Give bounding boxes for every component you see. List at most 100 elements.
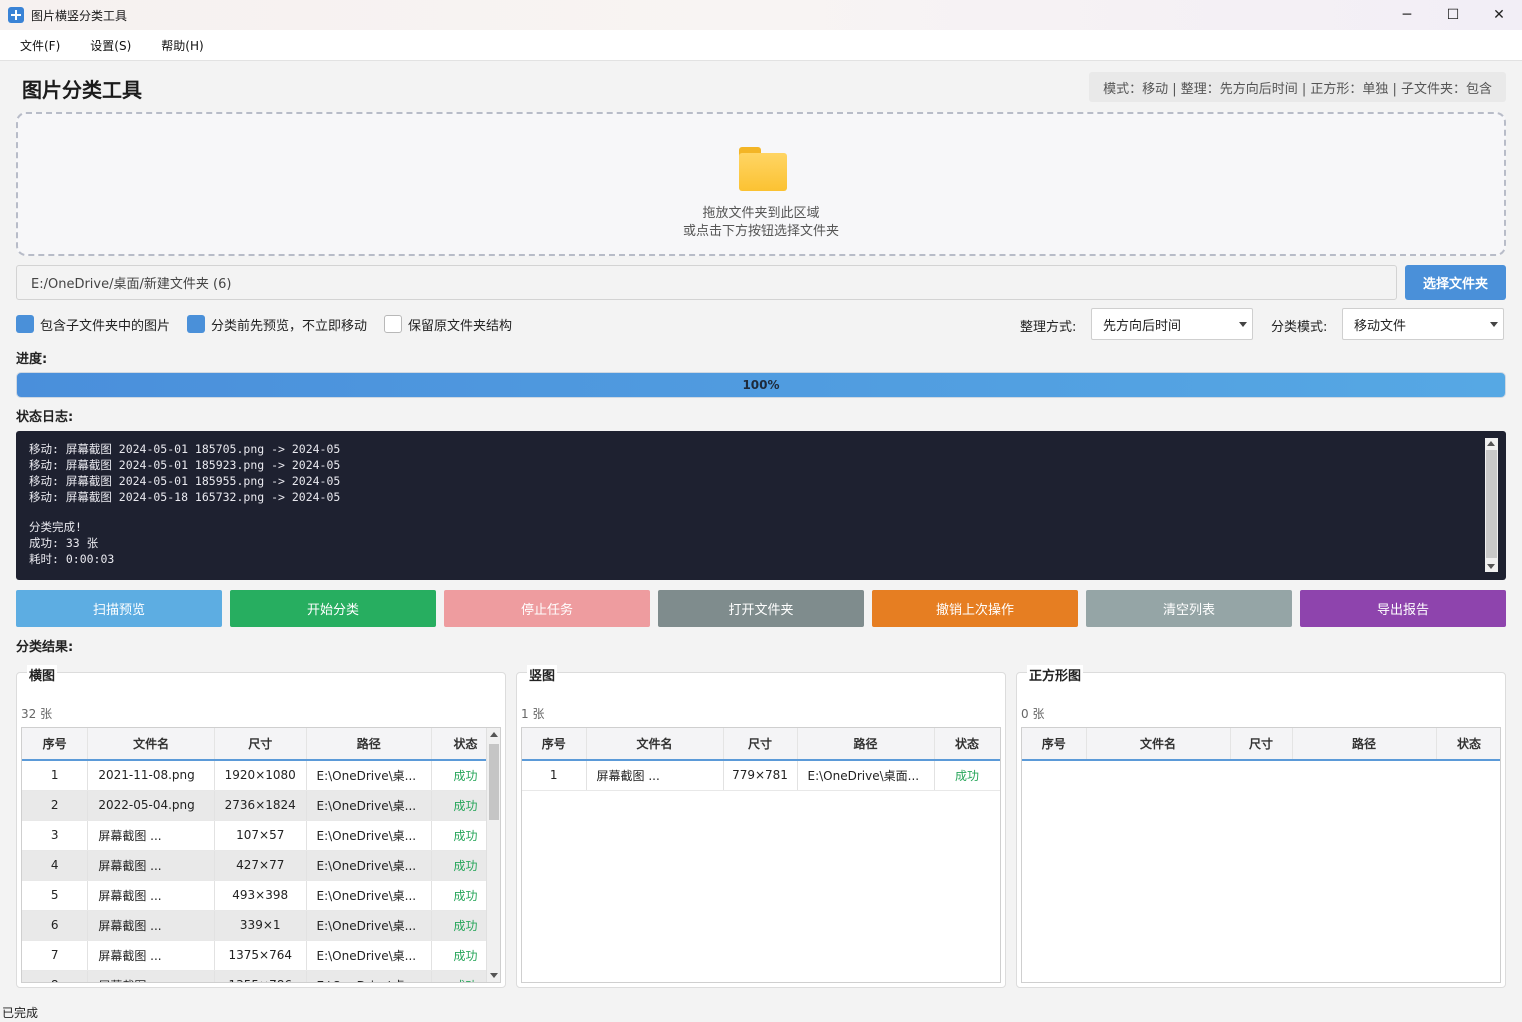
clear-list-button[interactable]: 清空列表 [1086,590,1292,627]
column-header[interactable]: 路径 [797,728,935,761]
column-header[interactable]: 序号 [22,728,89,761]
scroll-down-icon[interactable] [1487,564,1495,569]
column-header[interactable]: 状态 [1436,728,1500,761]
log-line: 移动: 屏幕截图 2024-05-01 185705.png -> 2024-0… [29,442,341,456]
preview-first-checkbox[interactable]: 分类前先预览，不立即移动 [187,315,367,334]
folder-drop-zone[interactable]: 拖放文件夹到此区域 或点击下方按钮选择文件夹 [16,112,1506,256]
file-path: E:\OneDrive\桌... [306,910,433,941]
table-row[interactable]: 7 屏幕截图 ... 1375×764 E:\OneDrive\桌... 成功 [22,940,500,971]
menu-settings[interactable]: 设置(S) [80,37,141,54]
preview-first-label: 分类前先预览，不立即移动 [211,318,368,334]
table-row[interactable]: 1 屏幕截图 ... 779×781 E:\OneDrive\桌面... 成功 [522,760,1000,791]
column-header[interactable]: 文件名 [1086,728,1231,761]
file-path: E:\OneDrive\桌... [306,820,433,851]
column-header[interactable]: 路径 [306,728,433,761]
mode-info-badge: 模式：移动 | 整理：先方向后时间 | 正方形：单独 | 子文件夹：包含 [1089,72,1506,102]
file-path: E:\OneDrive\桌... [306,850,433,881]
folder-path-input[interactable] [16,265,1397,300]
scan-preview-button[interactable]: 扫描预览 [16,590,222,627]
scroll-up-icon[interactable] [1487,441,1495,446]
table-row[interactable]: 3 屏幕截图 ... 107×57 E:\OneDrive\桌... 成功 [22,820,500,851]
file-name: 屏幕截图 ... [87,880,215,911]
window-title: 图片横竖分类工具 [31,8,128,23]
status-bar: 已完成 [2,1006,39,1020]
scroll-down-icon[interactable] [490,973,498,978]
table-row[interactable]: 2 2022-05-04.png 2736×1824 E:\OneDrive\桌...… [22,790,500,821]
stop-task-button[interactable]: 停止任务 [444,590,650,627]
keep-structure-checkbox[interactable]: 保留原文件夹结构 [384,315,512,334]
log-label: 状态日志: [16,410,74,425]
page-title: 图片分类工具 [22,78,142,102]
column-header[interactable]: 尺寸 [723,728,798,761]
progress-text: 100% [742,378,780,392]
minimize-button[interactable]: ─ [1384,0,1430,30]
group-title: 竖图 [527,665,558,684]
dimensions: 107×57 [214,820,307,851]
file-path: E:\OneDrive\桌... [306,790,433,821]
file-name: 2021-11-08.png [87,760,215,791]
classify-mode-select[interactable]: 移动文件 [1342,308,1504,340]
menu-help[interactable]: 帮助(H) [151,37,213,54]
keep-structure-label: 保留原文件夹结构 [408,318,513,334]
classify-mode-value: 移动文件 [1354,318,1407,334]
open-folder-button[interactable]: 打开文件夹 [658,590,864,627]
file-path: E:\OneDrive\桌面... [797,760,935,791]
close-button[interactable]: ✕ [1476,0,1522,30]
status: 成功 [934,760,1000,791]
file-name: 屏幕截图 ... [87,820,215,851]
table-row[interactable]: 4 屏幕截图 ... 427×77 E:\OneDrive\桌... 成功 [22,850,500,881]
undo-last-button[interactable]: 撤销上次操作 [872,590,1078,627]
scroll-thumb[interactable] [489,744,499,820]
menu-file[interactable]: 文件(F) [10,37,70,54]
maximize-button[interactable]: ☐ [1430,0,1476,30]
group-count: 0 张 [1021,707,1045,721]
scroll-up-icon[interactable] [490,732,498,737]
group-count: 1 张 [521,707,545,721]
progress-bar: 100% [16,372,1506,398]
dimensions: 1375×764 [214,940,307,971]
results-table[interactable]: 序号 文件名 尺寸 路径 状态 [1021,727,1501,983]
column-header[interactable]: 序号 [1022,728,1087,761]
drop-hint-primary: 拖放文件夹到此区域 [702,206,820,221]
results-table[interactable]: 序号 文件名 尺寸 路径 状态 1 2021-11-08.png 1920×1080 E:\O… [21,727,501,983]
scroll-thumb[interactable] [1486,450,1497,558]
column-header[interactable]: 尺寸 [1230,728,1293,761]
log-line: 移动: 屏幕截图 2024-05-01 185923.png -> 2024-0… [29,458,341,472]
log-line: 移动: 屏幕截图 2024-05-18 165732.png -> 2024-0… [29,490,341,504]
checkbox-checked-icon [16,315,34,333]
choose-folder-button[interactable]: 选择文件夹 [1405,265,1506,300]
organize-method-select[interactable]: 先方向后时间 [1091,308,1253,340]
table-row[interactable]: 1 2021-11-08.png 1920×1080 E:\OneDrive\桌...… [22,760,500,791]
column-header[interactable]: 文件名 [87,728,215,761]
results-table[interactable]: 序号 文件名 尺寸 路径 状态 1 屏幕截图 ... 779×781 E:\OneDrive\… [521,727,1001,983]
row-index: 6 [22,910,89,941]
table-row[interactable]: 8屏幕截图 ...1355×786E:\OneDrive\桌...成功 [22,970,500,982]
log-scrollbar[interactable] [1485,438,1498,572]
table: 序号 文件名 尺寸 路径 状态 1 屏幕截图 ... 779×781 E:\OneDrive\… [522,728,1000,791]
table-row[interactable]: 6 屏幕截图 ... 339×1 E:\OneDrive\桌... 成功 [22,910,500,941]
export-report-button[interactable]: 导出报告 [1300,590,1506,627]
column-header[interactable]: 尺寸 [214,728,307,761]
window-controls: ─ ☐ ✕ [1384,0,1522,30]
column-header[interactable]: 序号 [522,728,587,761]
include-subfolders-checkbox[interactable]: 包含子文件夹中的图片 [16,315,170,334]
table-scrollbar[interactable] [486,728,500,982]
column-header[interactable]: 状态 [934,728,1000,761]
title-bar: 图片横竖分类工具 ─ ☐ ✕ [0,0,1522,30]
app-icon [8,7,24,23]
file-path: E:\OneDrive\桌... [306,760,433,791]
dropdown-arrow-icon [1239,322,1247,327]
log-line: 成功: 33 张 [29,536,99,550]
column-header[interactable]: 路径 [1292,728,1437,761]
results-label: 分类结果: [16,640,74,655]
table-row[interactable]: 5 屏幕截图 ... 493×398 E:\OneDrive\桌... 成功 [22,880,500,911]
log-text: 移动: 屏幕截图 2024-05-01 185705.png -> 2024-0… [29,441,1479,567]
file-name: 屏幕截图 ... [586,760,724,791]
status-log[interactable]: 移动: 屏幕截图 2024-05-01 185705.png -> 2024-0… [16,431,1506,580]
include-subfolders-label: 包含子文件夹中的图片 [40,318,171,334]
start-classify-button[interactable]: 开始分类 [230,590,436,627]
file-path: E:\OneDrive\桌... [306,940,433,971]
landscape-group: 横图 32 张 序号 文件名 尺寸 路径 状态 1 2021-11-08.png 1920×… [16,665,506,988]
portrait-group: 竖图 1 张 序号 文件名 尺寸 路径 状态 1 屏幕截图 ... 779×781 E:\On… [516,665,1006,988]
column-header[interactable]: 文件名 [586,728,724,761]
